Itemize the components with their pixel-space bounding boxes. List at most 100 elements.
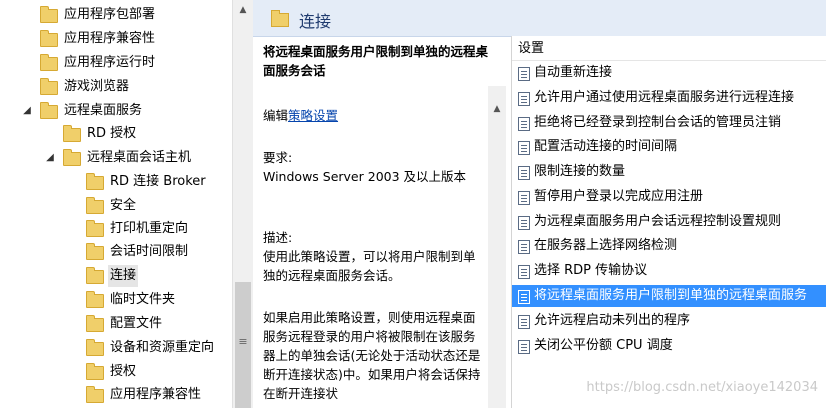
policy-setting-icon bbox=[518, 340, 530, 354]
description-pane: 将远程桌面服务用户限制到单独的远程桌面服务会话 编辑策略设置 要求: Windo… bbox=[263, 42, 493, 408]
tree-item-app-compat-2[interactable]: 应用程序兼容性 bbox=[0, 384, 230, 406]
folder-icon bbox=[40, 78, 58, 95]
tree-item-label: 打印机重定向 bbox=[110, 221, 189, 236]
tree-item-security[interactable]: 安全 bbox=[0, 195, 230, 217]
setting-row[interactable]: 在服务器上选择网络检测 bbox=[512, 235, 826, 257]
tree-item-remote-desktop-services[interactable]: ◢ 远程桌面服务 bbox=[0, 100, 230, 122]
description-scrollbar[interactable]: ▲ bbox=[488, 86, 506, 408]
setting-row[interactable]: 允许用户通过使用远程桌面服务进行远程连接 bbox=[512, 87, 826, 109]
tree-item-rd-licensing[interactable]: RD 授权 bbox=[0, 123, 230, 145]
folder-icon bbox=[63, 125, 81, 142]
setting-row[interactable]: 配置活动连接的时间间隔 bbox=[512, 136, 826, 158]
setting-row[interactable]: 限制连接的数量 bbox=[512, 161, 826, 183]
tree-item-app-package-deployment[interactable]: 应用程序包部署 bbox=[0, 4, 230, 26]
folder-icon bbox=[40, 30, 58, 47]
tree-item-session-time-limits[interactable]: 会话时间限制 bbox=[0, 241, 230, 263]
tree-item-label: 应用程序包部署 bbox=[64, 7, 156, 22]
details-area: 连接 将远程桌面服务用户限制到单独的远程桌面服务会话 编辑策略设置 要求: Wi… bbox=[253, 0, 826, 408]
setting-row[interactable]: 为远程桌面服务用户会话远程控制设置规则 bbox=[512, 211, 826, 233]
expand-arrow-icon[interactable]: ◢ bbox=[22, 100, 32, 122]
tree-item-profiles[interactable]: 配置文件 bbox=[0, 313, 230, 335]
tree-item-label: RD 连接 Broker bbox=[110, 174, 206, 189]
tree-item-label: 连接 bbox=[108, 265, 139, 287]
setting-label: 限制连接的数量 bbox=[534, 164, 626, 179]
tree-item-device-redirection[interactable]: 设备和资源重定向 bbox=[0, 337, 230, 359]
folder-icon bbox=[86, 267, 104, 284]
page-title: 连接 bbox=[299, 12, 332, 31]
folder-icon bbox=[86, 315, 104, 332]
setting-label: 允许用户通过使用远程桌面服务进行远程连接 bbox=[534, 90, 795, 105]
folder-icon bbox=[86, 220, 104, 237]
setting-label: 暂停用户登录以完成应用注册 bbox=[534, 189, 704, 204]
folder-icon bbox=[86, 386, 104, 403]
folder-icon bbox=[271, 10, 289, 27]
edit-policy-line: 编辑策略设置 bbox=[263, 106, 491, 125]
setting-row[interactable]: 允许远程启动未列出的程序 bbox=[512, 310, 826, 332]
header-bar: 连接 bbox=[253, 0, 826, 37]
tree-item-connections[interactable]: 连接 bbox=[0, 265, 230, 287]
tree-item-label: 应用程序运行时 bbox=[64, 55, 156, 70]
policy-setting-icon bbox=[518, 191, 530, 205]
folder-icon bbox=[40, 102, 58, 119]
tree-item-label: 游戏浏览器 bbox=[64, 79, 130, 94]
folder-icon bbox=[86, 173, 104, 190]
folder-icon bbox=[63, 149, 81, 166]
setting-label: 将远程桌面服务用户限制到单独的远程桌面服务 bbox=[534, 288, 808, 303]
folder-icon bbox=[86, 339, 104, 356]
policy-setting-icon bbox=[518, 166, 530, 180]
tree-item-printer-redirection[interactable]: 打印机重定向 bbox=[0, 218, 230, 240]
setting-label: 配置活动连接的时间间隔 bbox=[534, 139, 678, 154]
expand-arrow-icon[interactable]: ◢ bbox=[45, 147, 55, 169]
settings-list: 设置 自动重新连接 允许用户通过使用远程桌面服务进行远程连接 拒绝将已经登录到控… bbox=[511, 36, 826, 408]
tree-item-rd-session-host[interactable]: ◢ 远程桌面会话主机 bbox=[0, 147, 230, 169]
tree-pane: 应用程序包部署 应用程序兼容性 应用程序运行时 游戏浏览器 ◢ 远程桌面服务 R… bbox=[0, 0, 232, 408]
tree-item-game-explorer[interactable]: 游戏浏览器 bbox=[0, 76, 230, 98]
tree-item-label: 临时文件夹 bbox=[110, 292, 176, 307]
edit-prefix: 编辑 bbox=[263, 108, 289, 123]
policy-setting-icon bbox=[518, 117, 530, 131]
setting-label: 自动重新连接 bbox=[534, 65, 613, 80]
setting-row[interactable]: 选择 RDP 传输协议 bbox=[512, 260, 826, 282]
tree-item-label: 设备和资源重定向 bbox=[110, 340, 215, 355]
tree-item-rd-connection-broker[interactable]: RD 连接 Broker bbox=[0, 171, 230, 193]
policy-setting-icon bbox=[518, 92, 530, 106]
tree-item-app-compat[interactable]: 应用程序兼容性 bbox=[0, 28, 230, 50]
setting-row[interactable]: 暂停用户登录以完成应用注册 bbox=[512, 186, 826, 208]
description-more-text: 如果启用此策略设置，则使用远程桌面服务远程登录的用户将被限制在该服务器上的单独会… bbox=[263, 310, 481, 401]
folder-icon bbox=[86, 197, 104, 214]
policy-setting-icon bbox=[518, 240, 530, 254]
requirements-text: Windows Server 2003 及以上版本 bbox=[263, 169, 467, 184]
tree-item-app-runtime[interactable]: 应用程序运行时 bbox=[0, 52, 230, 74]
setting-row[interactable]: 拒绝将已经登录到控制台会话的管理员注销 bbox=[512, 112, 826, 134]
setting-label: 为远程桌面服务用户会话远程控制设置规则 bbox=[534, 214, 782, 229]
watermark: https://blog.csdn.net/xiaoye142034 bbox=[586, 380, 818, 395]
tree-scrollbar[interactable]: ▲ ≡ bbox=[232, 0, 253, 408]
setting-row[interactable]: 关闭公平份额 CPU 调度 bbox=[512, 335, 826, 357]
settings-column-label: 设置 bbox=[518, 41, 545, 56]
scroll-up-arrow-icon[interactable]: ▲ bbox=[488, 100, 506, 118]
setting-row-selected[interactable]: 将远程桌面服务用户限制到单独的远程桌面服务 bbox=[512, 285, 826, 307]
tree-item-temp-folders[interactable]: 临时文件夹 bbox=[0, 289, 230, 311]
policy-setting-icon bbox=[518, 216, 530, 230]
tree-item-label: RD 授权 bbox=[87, 126, 137, 141]
tree-item-label: 配置文件 bbox=[110, 316, 163, 331]
scroll-up-arrow-icon[interactable]: ▲ bbox=[233, 0, 253, 20]
scrollbar-grip-icon: ≡ bbox=[238, 335, 248, 348]
tree-item-licensing[interactable]: 授权 bbox=[0, 361, 230, 383]
description-title: 将远程桌面服务用户限制到单独的远程桌面服务会话 bbox=[263, 44, 489, 78]
requirements-label: 要求: bbox=[263, 150, 293, 165]
policy-setting-icon bbox=[518, 290, 530, 304]
tree-item-label: 应用程序兼容性 bbox=[110, 387, 202, 402]
settings-column-header[interactable]: 设置 bbox=[512, 38, 826, 61]
setting-label: 关闭公平份额 CPU 调度 bbox=[534, 338, 673, 353]
folder-icon bbox=[86, 291, 104, 308]
tree-item-label: 会话时间限制 bbox=[110, 244, 189, 259]
setting-row[interactable]: 自动重新连接 bbox=[512, 62, 826, 84]
setting-label: 在服务器上选择网络检测 bbox=[534, 238, 678, 253]
folder-icon bbox=[40, 6, 58, 23]
description-text: 使用此策略设置，可以将用户限制到单独的远程桌面服务会话。 bbox=[263, 249, 476, 283]
policy-setting-icon bbox=[518, 67, 530, 81]
edit-policy-link[interactable]: 策略设置 bbox=[288, 108, 338, 123]
tree-item-label: 远程桌面服务 bbox=[64, 103, 143, 118]
setting-label: 选择 RDP 传输协议 bbox=[534, 263, 648, 278]
